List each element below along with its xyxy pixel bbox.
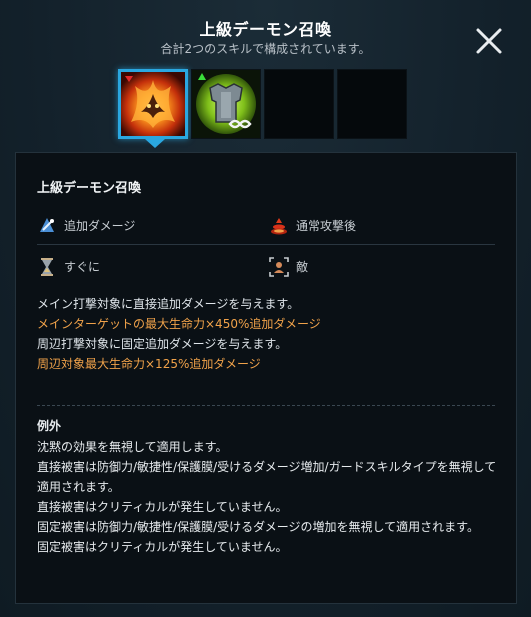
exceptions-list: 沈黙の効果を無視して適用します。 直接被害は防御力/敏捷性/保護膜/受けるダメー…	[37, 437, 497, 557]
exception-item: 直接被害は防御力/敏捷性/保護膜/受けるダメージ増加/ガードスキルタイプを無視し…	[37, 460, 497, 494]
damage-type-label: 追加ダメージ	[64, 219, 136, 233]
target-label: 敵	[296, 260, 309, 274]
skill-slot-empty-2	[337, 69, 407, 139]
header: 上級デーモン召喚 合計2つのスキルで構成されています。	[0, 0, 531, 70]
demon-fire-icon	[121, 72, 185, 136]
exception-item: 固定被害は防御力/敏捷性/保護膜/受けるダメージの増加を無視して適用されます。	[37, 520, 479, 534]
armor-infinity-icon	[192, 70, 260, 138]
description-line: メイン打撃対象に直接追加ダメージを与えます。	[37, 297, 300, 311]
page-title: 上級デーモン召喚	[199, 20, 332, 39]
description-line: メインターゲットの最大生命力×450%追加ダメージ	[37, 317, 321, 331]
skill-name: 上級デーモン召喚	[37, 181, 142, 196]
description-line: 周辺対象最大生命力×125%追加ダメージ	[37, 357, 261, 371]
trigger-icon	[271, 218, 287, 235]
timing-label: すぐに	[64, 260, 101, 274]
selected-pointer	[145, 139, 165, 148]
skill-description: メイン打撃対象に直接追加ダメージを与えます。 メインターゲットの最大生命力×45…	[37, 294, 321, 374]
exceptions-divider	[37, 405, 495, 406]
skill-slot-empty-1	[264, 69, 334, 139]
hourglass-icon	[41, 258, 53, 276]
description-line: 周辺打撃対象に固定追加ダメージを与えます。	[37, 337, 288, 351]
target-enemy-icon	[269, 257, 289, 277]
page-subtitle: 合計2つのスキルで構成されています。	[160, 42, 371, 56]
exception-item: 固定被害はクリティカルが発生していません。	[37, 540, 288, 554]
skill-slot-demon-fire[interactable]	[118, 69, 188, 139]
exceptions-title: 例外	[37, 419, 62, 433]
close-button[interactable]	[472, 24, 506, 58]
trigger-label: 通常攻撃後	[296, 219, 357, 233]
skill-slot-armor-infinity[interactable]	[191, 69, 261, 139]
exception-item: 直接被害はクリティカルが発生していません。	[37, 500, 288, 514]
close-icon	[476, 28, 502, 54]
attributes-divider	[37, 244, 495, 245]
damage-type-icon	[40, 218, 54, 232]
exception-item: 沈黙の効果を無視して適用します。	[37, 440, 228, 454]
skill-detail-panel: 上級デーモン召喚 追加ダメージ 通常攻撃後 すぐに 敵 メイン打撃対象に直接追加…	[15, 152, 517, 604]
